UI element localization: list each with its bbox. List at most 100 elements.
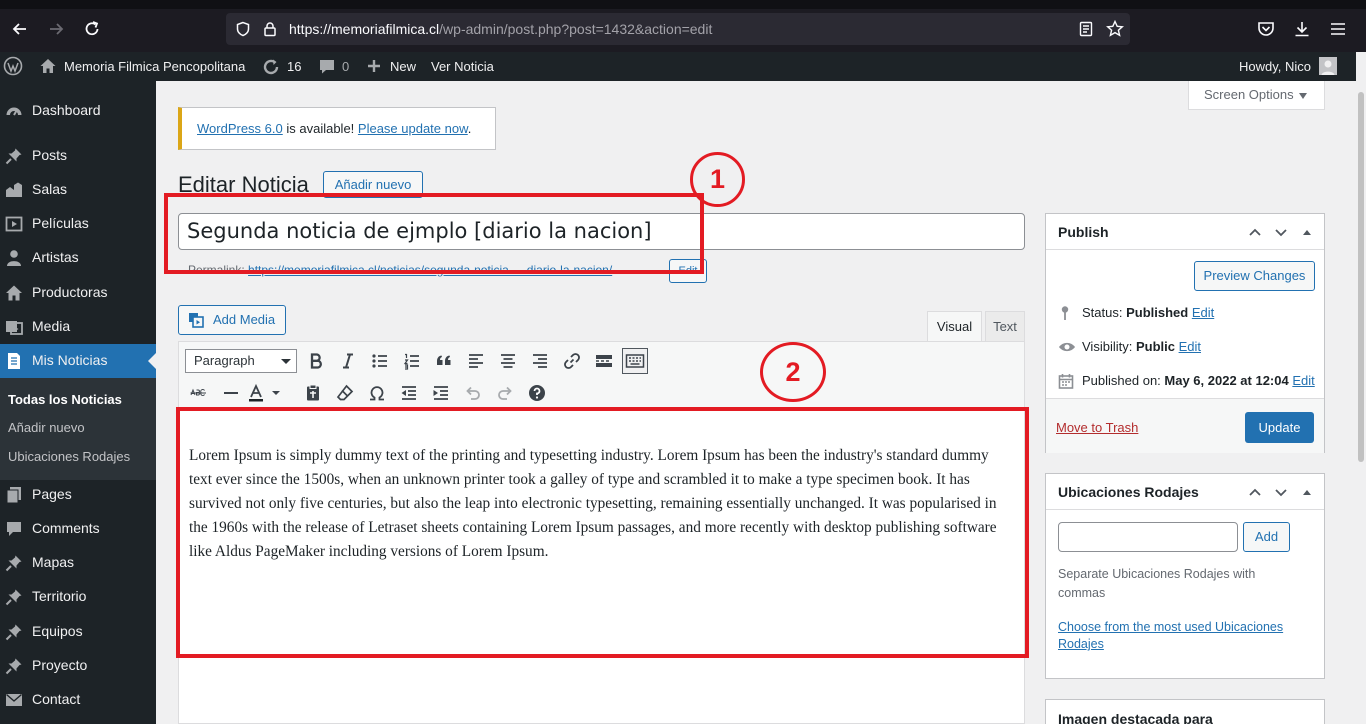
strikethrough-button[interactable] — [186, 380, 212, 406]
notice-end: . — [467, 121, 472, 136]
align-center-button[interactable] — [495, 348, 521, 374]
sidebar-item-dashboard[interactable]: Dashboard — [0, 94, 156, 128]
lock-icon[interactable] — [262, 21, 278, 37]
sidebar-item-proyecto[interactable]: Proyecto — [0, 649, 156, 683]
page-scrollbar[interactable] — [1356, 52, 1366, 724]
horizontal-line-button[interactable] — [218, 380, 244, 406]
keyboard-icon — [625, 354, 645, 368]
update-button[interactable]: Update — [1245, 412, 1314, 443]
scrollbar-thumb[interactable] — [1358, 92, 1364, 462]
annotation-marker-2: 2 — [760, 342, 826, 402]
sidebar-item-equipos[interactable]: Equipos — [0, 615, 156, 649]
sidebar-item-label: Películas — [32, 215, 89, 231]
pocket-icon[interactable] — [1256, 19, 1276, 39]
comments-count[interactable]: 0 — [342, 52, 349, 81]
text-color-button[interactable] — [247, 380, 283, 406]
sidebar-item-productoras[interactable]: Productoras — [0, 276, 156, 310]
read-more-button[interactable] — [591, 348, 617, 374]
submenu-item-ubicaciones[interactable]: Ubicaciones Rodajes — [8, 449, 130, 464]
sidebar-item-mis-noticias[interactable]: Mis Noticias — [0, 344, 156, 378]
publish-box: Publish Preview Changes Status: Publishe… — [1045, 213, 1325, 453]
most-used-tags-link[interactable]: Choose from the most used Ubicaciones Ro… — [1058, 619, 1318, 653]
move-to-trash-link[interactable]: Move to Trash — [1056, 420, 1138, 435]
sidebar-item-posts[interactable]: Posts — [0, 139, 156, 173]
edit-date-link[interactable]: Edit — [1292, 373, 1314, 388]
browser-toolbar: https://memoriafilmica.cl/wp-admin/post.… — [0, 0, 1366, 52]
sidebar-item-peliculas[interactable]: Películas — [0, 207, 156, 241]
comment-icon[interactable] — [318, 58, 336, 87]
sidebar-item-media[interactable]: Media — [0, 310, 156, 344]
site-name-link[interactable]: Memoria Filmica Pencopolitana — [64, 52, 245, 81]
numbered-list-button[interactable] — [399, 348, 425, 374]
media-icon — [5, 318, 23, 336]
updates-count[interactable]: 16 — [287, 52, 301, 81]
sidebar-item-mapas[interactable]: Mapas — [0, 546, 156, 580]
eye-icon — [1058, 339, 1075, 355]
edit-status-link[interactable]: Edit — [1192, 305, 1214, 320]
toolbar-toggle-button[interactable] — [622, 348, 648, 374]
tag-hint: Separate Ubicaciones Rodajes with commas — [1058, 567, 1256, 600]
paste-text-button[interactable] — [300, 380, 326, 406]
video-icon — [5, 215, 23, 233]
submenu-item-anadir[interactable]: Añadir nuevo — [8, 420, 85, 435]
tab-text[interactable]: Text — [985, 311, 1025, 341]
sidebar-item-pages[interactable]: Pages — [0, 478, 156, 512]
keyboard-shortcuts-button[interactable] — [524, 380, 550, 406]
align-right-button[interactable] — [527, 348, 553, 374]
format-select[interactable]: Paragraph — [185, 349, 297, 373]
screen-options-button[interactable]: Screen Options — [1188, 81, 1325, 110]
reader-view-icon[interactable] — [1078, 21, 1094, 37]
caret-down-icon — [1299, 93, 1307, 99]
updates-icon[interactable] — [261, 57, 281, 86]
published-label: Published on: — [1082, 373, 1165, 388]
help-icon — [529, 385, 545, 401]
url-text[interactable]: https://memoriafilmica.cl/wp-admin/post.… — [289, 21, 712, 37]
sidebar-item-artistas[interactable]: Artistas — [0, 241, 156, 275]
pin-icon — [5, 623, 23, 641]
downloads-icon[interactable] — [1292, 19, 1312, 39]
blockquote-button[interactable] — [431, 348, 457, 374]
view-post-link[interactable]: Ver Noticia — [431, 52, 494, 81]
new-content-link[interactable]: New — [390, 52, 416, 81]
sidebar-item-territorio[interactable]: Territorio — [0, 580, 156, 614]
clear-formatting-button[interactable] — [332, 380, 358, 406]
sidebar-item-salas[interactable]: Salas — [0, 173, 156, 207]
indent-icon — [433, 386, 448, 400]
annotation-box-content — [176, 407, 1029, 658]
sidebar-item-contact[interactable]: Contact — [0, 683, 156, 717]
undo-button[interactable] — [460, 380, 486, 406]
box-move-toggle-icons[interactable] — [1246, 484, 1318, 500]
align-left-button[interactable] — [463, 348, 489, 374]
edit-visibility-link[interactable]: Edit — [1179, 339, 1201, 354]
shield-icon[interactable] — [235, 21, 251, 37]
submenu-item-todas[interactable]: Todas los Noticias — [8, 392, 122, 407]
indent-button[interactable] — [428, 380, 454, 406]
add-tag-button[interactable]: Add — [1243, 522, 1290, 552]
back-icon[interactable] — [10, 19, 30, 39]
special-character-button[interactable] — [364, 380, 390, 406]
pin-icon — [5, 657, 23, 675]
wordpress-version-link[interactable]: WordPress 6.0 — [197, 121, 283, 136]
hamburger-menu-icon[interactable] — [1328, 19, 1348, 39]
bookmark-star-icon[interactable] — [1106, 20, 1124, 38]
insert-link-button[interactable] — [559, 348, 585, 374]
italic-button[interactable] — [335, 348, 361, 374]
box-move-toggle-icons[interactable] — [1246, 224, 1318, 240]
eraser-icon — [336, 384, 354, 401]
outdent-button[interactable] — [396, 380, 422, 406]
reload-icon[interactable] — [82, 19, 102, 39]
sidebar-item-comments[interactable]: Comments — [0, 512, 156, 546]
bold-button[interactable] — [303, 348, 329, 374]
redo-button[interactable] — [492, 380, 518, 406]
bullet-list-button[interactable] — [367, 348, 393, 374]
tab-visual[interactable]: Visual — [927, 311, 982, 342]
update-now-link[interactable]: Please update now — [358, 121, 468, 136]
ubicaciones-tag-input[interactable] — [1058, 522, 1238, 552]
howdy-user-link[interactable]: Howdy, Nico — [1239, 52, 1311, 81]
preview-changes-button[interactable]: Preview Changes — [1194, 261, 1315, 291]
plus-icon[interactable] — [366, 58, 382, 87]
address-bar[interactable]: https://memoriafilmica.cl/wp-admin/post.… — [226, 13, 1130, 45]
sidebar-submenu: Todas los Noticias Añadir nuevo Ubicacio… — [0, 378, 156, 480]
forward-icon[interactable] — [46, 19, 66, 39]
add-media-button[interactable]: Add Media — [178, 305, 286, 335]
